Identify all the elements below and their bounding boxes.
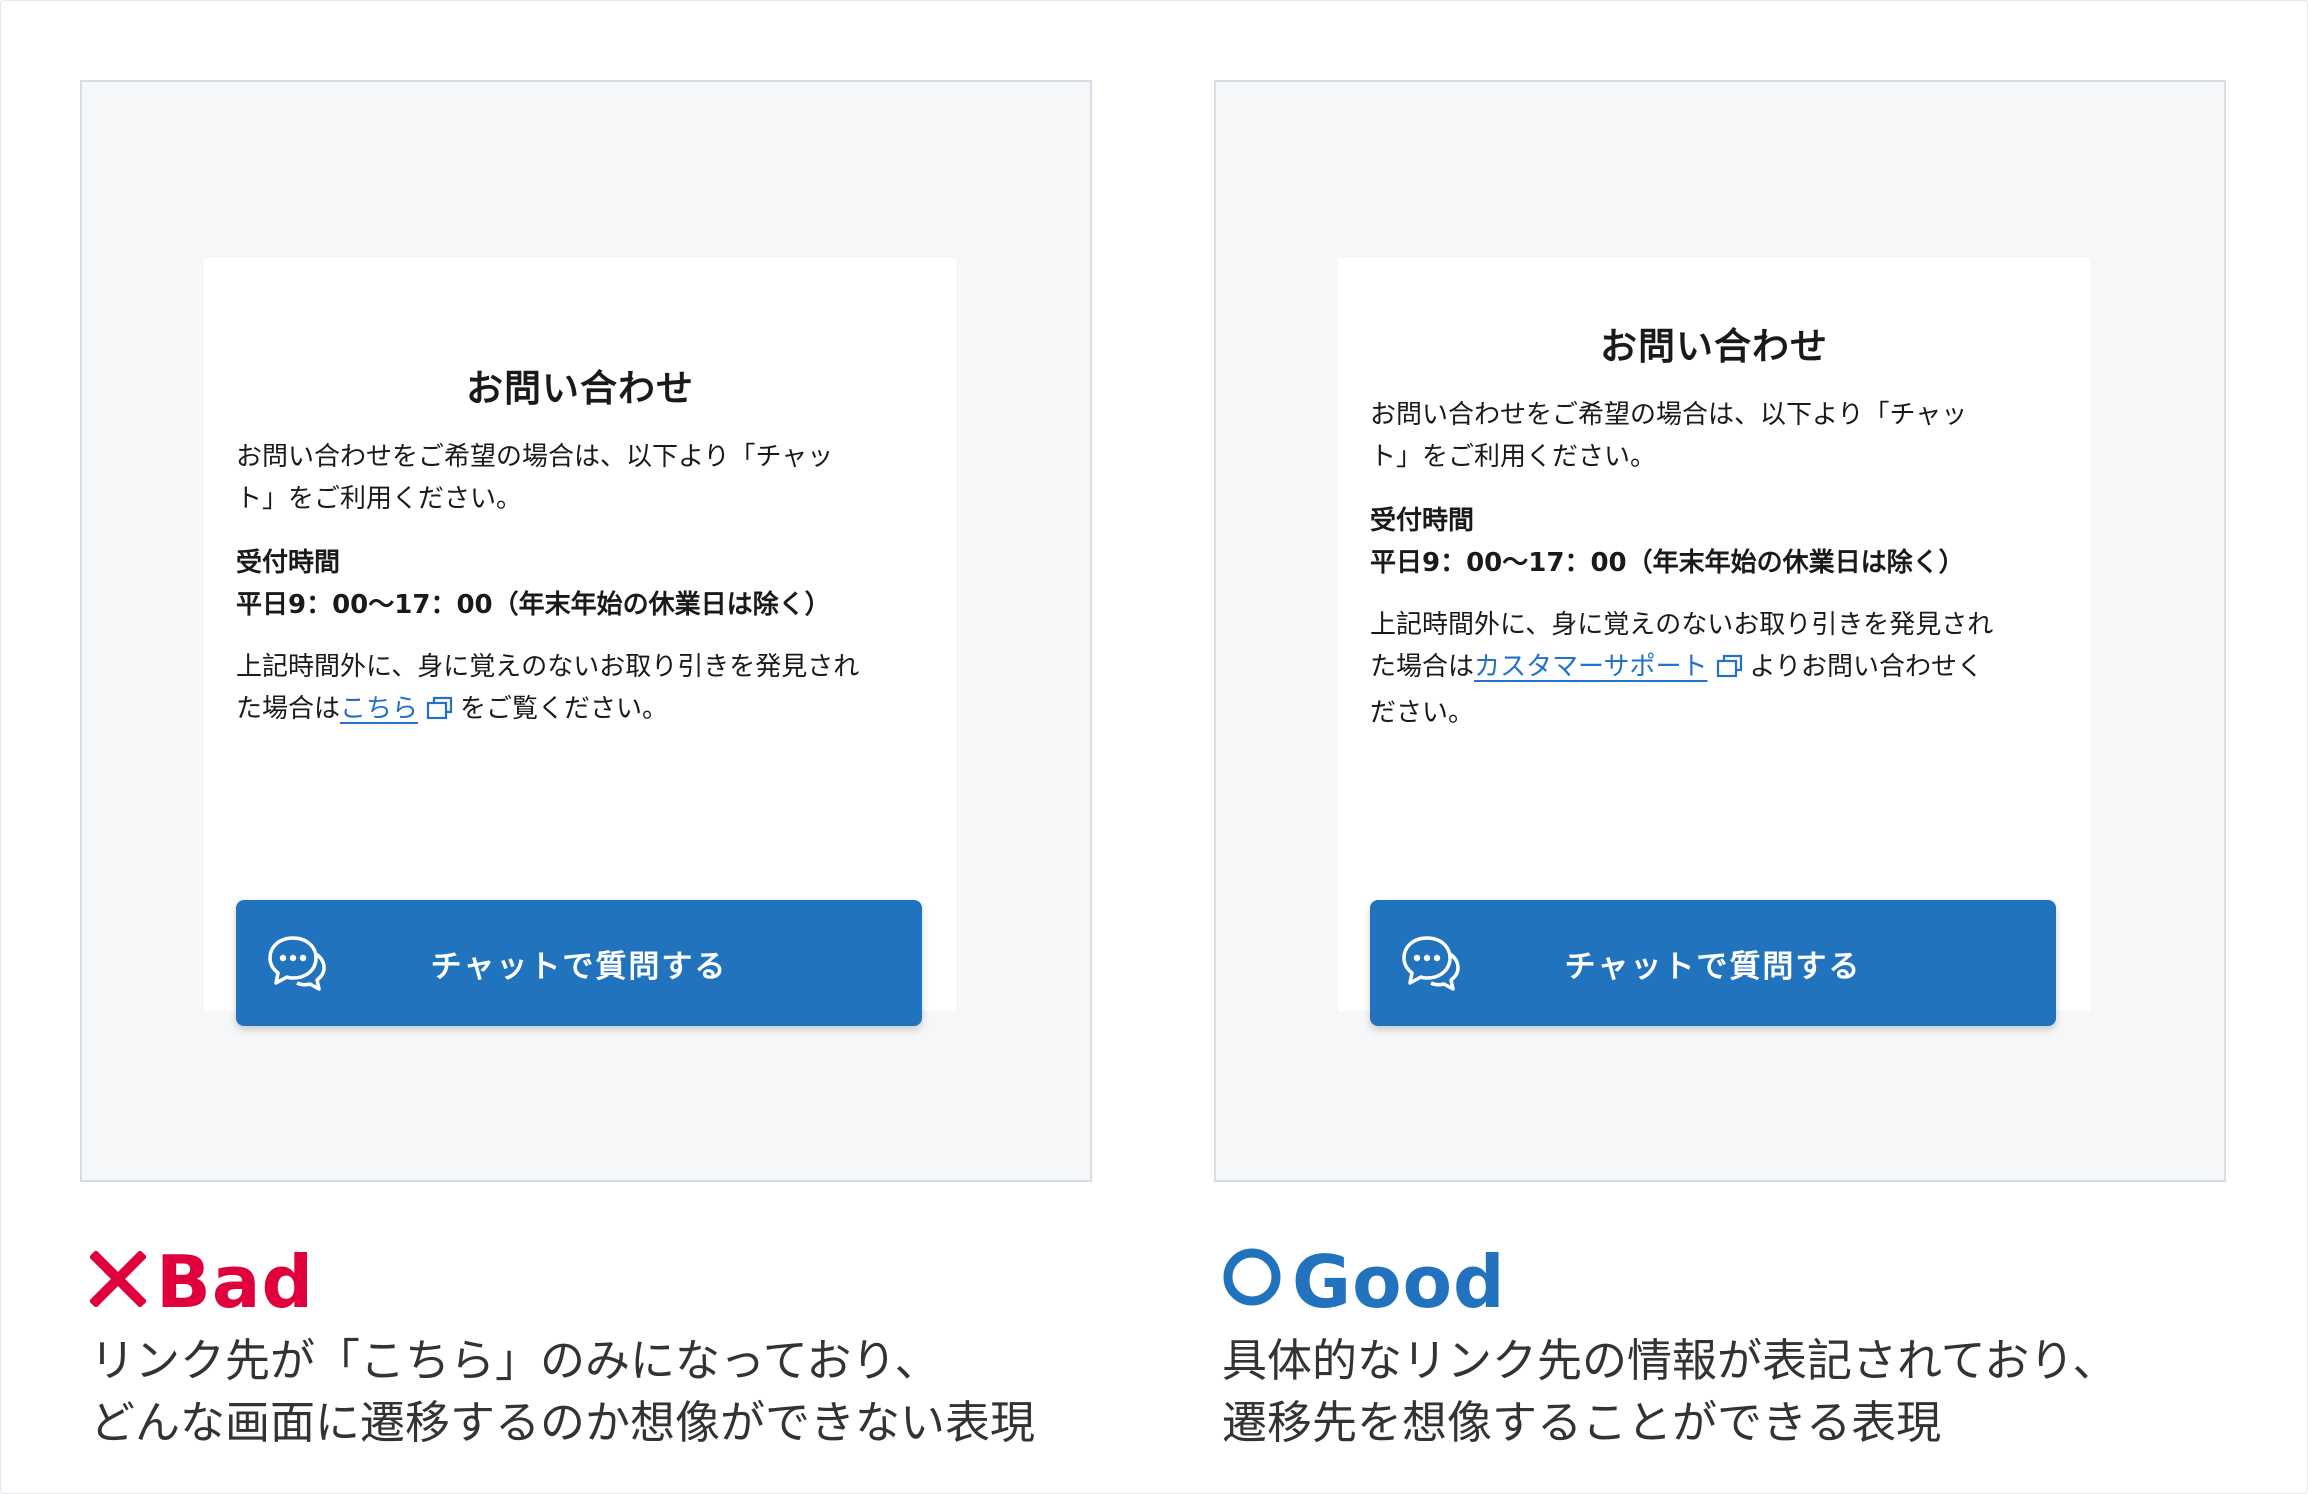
bad-description: リンク先が「こちら」のみになっており、 どんな画面に遷移するのか想像ができない表… (90, 1330, 1170, 1454)
intro-line: お問い合わせをご希望の場合は、以下より「チャッ (1370, 400, 1968, 430)
business-hours: 平日9：00〜17：00（年末年始の休業日は除く） (1370, 548, 1965, 578)
chat-button[interactable]: チャットで質問する (1370, 900, 2056, 1026)
notice-line: 上記時間外に、身に覚えのないお取り引きを発見され (1370, 610, 1994, 640)
intro-line: ト」をご利用ください。 (236, 484, 523, 514)
notice-suffix: をご覧ください。 (460, 694, 669, 724)
intro-text: お問い合わせをご希望の場合は、以下より「チャッ ト」をご利用ください。 (1370, 394, 2058, 478)
hours-label: 受付時間 (1370, 506, 1475, 536)
good-example-panel: お問い合わせ お問い合わせをご希望の場合は、以下より「チャッ ト」をご利用くださ… (1214, 80, 2226, 1182)
customer-support-link[interactable]: カスタマーサポート (1474, 652, 1707, 682)
intro-text: お問い合わせをご希望の場合は、以下より「チャッ ト」をご利用ください。 (236, 436, 924, 520)
circle-icon (1222, 1240, 1282, 1324)
intro-line: お問い合わせをご希望の場合は、以下より「チャッ (236, 442, 834, 472)
description-line: どんな画面に遷移するのか想像ができない表現 (90, 1396, 1036, 1449)
bad-example-panel: お問い合わせ お問い合わせをご希望の場合は、以下より「チャッ ト」をご利用くださ… (80, 80, 1092, 1182)
contact-card: お問い合わせ お問い合わせをご希望の場合は、以下より「チャッ ト」をご利用くださ… (1338, 258, 2090, 1026)
notice-prefix: た場合は (236, 694, 341, 724)
chat-button-label: チャットで質問する (430, 948, 728, 985)
external-link-icon (1716, 650, 1744, 692)
notice-suffix: よりお問い合わせく (1749, 652, 1983, 682)
verdict-label: Good (1292, 1240, 1506, 1324)
good-verdict: Good (1222, 1240, 1506, 1324)
contact-card: お問い合わせ お問い合わせをご希望の場合は、以下より「チャッ ト」をご利用くださ… (204, 258, 956, 1026)
good-description: 具体的なリンク先の情報が表記されており、 遷移先を想像することができる表現 (1222, 1330, 2302, 1454)
notice-text: 上記時間外に、身に覚えのないお取り引きを発見され た場合はカスタマーサポート より… (1370, 604, 2058, 734)
description-line: リンク先が「こちら」のみになっており、 (90, 1334, 940, 1387)
chat-button-label: チャットで質問する (1564, 948, 1862, 985)
bad-verdict: Bad (88, 1240, 315, 1324)
chat-bubbles-icon (266, 932, 328, 992)
notice-line: 上記時間外に、身に覚えのないお取り引きを発見され (236, 652, 860, 682)
description-line: 具体的なリンク先の情報が表記されており、 (1222, 1334, 2118, 1387)
card-title: お問い合わせ (466, 367, 694, 410)
cross-icon (88, 1240, 148, 1324)
external-link-icon (426, 692, 454, 734)
notice-line: ださい。 (1370, 698, 1475, 728)
card-title: お問い合わせ (1600, 325, 1828, 368)
description-line: 遷移先を想像することができる表現 (1222, 1396, 1942, 1449)
chat-button[interactable]: チャットで質問する (236, 900, 922, 1026)
notice-prefix: た場合は (1370, 652, 1475, 682)
chat-bubbles-icon (1400, 932, 1462, 992)
hours-label: 受付時間 (236, 548, 341, 578)
support-link[interactable]: こちら (340, 694, 418, 724)
business-hours: 平日9：00〜17：00（年末年始の休業日は除く） (236, 590, 831, 620)
intro-line: ト」をご利用ください。 (1370, 442, 1657, 472)
notice-text: 上記時間外に、身に覚えのないお取り引きを発見され た場合はこちら をご覧ください。 (236, 646, 924, 734)
verdict-label: Bad (156, 1240, 315, 1324)
